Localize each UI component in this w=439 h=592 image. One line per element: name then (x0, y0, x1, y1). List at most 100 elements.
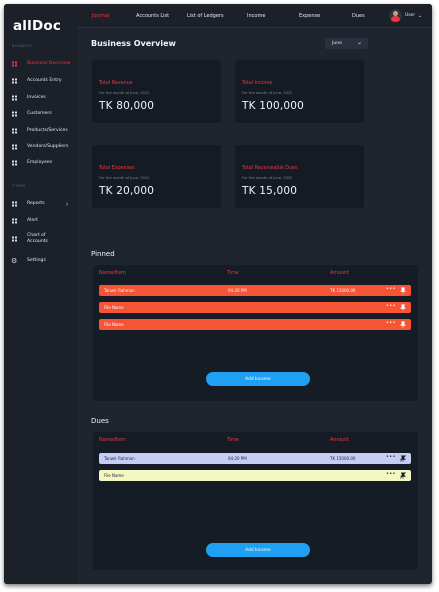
button-label: Add Income (245, 376, 271, 382)
table-row[interactable]: File Name ••• (99, 470, 411, 481)
sidebar-item-label: Chart of Accounts (27, 232, 48, 244)
sidebar-item-label: Customers (27, 111, 52, 117)
sidebar-item-alert[interactable]: Alert (4, 214, 77, 228)
tab-dues[interactable]: Dues (352, 13, 365, 19)
sidebar-item-settings[interactable]: ⚙ Settings (4, 254, 77, 268)
month-select-value: June (332, 41, 343, 46)
tab-accounts-list[interactable]: Accounts List (136, 13, 169, 19)
sidebar: allDoc BUSINESS Business Overview Accoun… (4, 4, 77, 584)
column-header-amount: Amount (330, 271, 349, 276)
stat-card-total-income: Total Income For the month of June, 2022… (235, 60, 364, 123)
card-title: Total Income (242, 81, 273, 86)
stat-card-total-receivable-dues: Total Receiveable Dues For the month of … (235, 145, 364, 208)
sidebar-item-reports[interactable]: Reports › (4, 197, 77, 211)
row-amount: TK 15000.00 (330, 288, 356, 293)
sidebar-item-label: Invoices (27, 95, 46, 101)
tab-list-of-ledgers[interactable]: List of Ledgers (187, 13, 224, 19)
sidebar-item-chart-of-accounts[interactable]: Chart of Accounts (4, 230, 77, 247)
card-subtitle: For the month of June, 2022 (242, 91, 293, 95)
sidebar-item-customers[interactable]: Customers (4, 107, 77, 121)
gear-icon: ⚙ (11, 257, 18, 265)
grid-icon (12, 201, 17, 207)
chevron-right-icon: › (66, 200, 69, 208)
add-income-button[interactable]: Add Income (206, 372, 310, 386)
more-options-icon[interactable]: ••• (386, 471, 396, 477)
add-income-button[interactable]: Add Income (206, 543, 310, 557)
sidebar-section-business: BUSINESS (12, 44, 33, 48)
sidebar-item-business-overview[interactable]: Business Overview (4, 57, 77, 71)
pinned-panel: Name/Item Time Amount Tanwir Rahman 04:2… (93, 265, 418, 401)
card-subtitle: For the month of June, 2022 (242, 176, 293, 180)
sidebar-item-label: Accounts Entry (27, 78, 62, 84)
more-options-icon[interactable]: ••• (386, 454, 396, 460)
sidebar-item-employees[interactable]: Employees (4, 156, 77, 170)
sidebar-item-invoices[interactable]: Invoices (4, 91, 77, 105)
more-options-icon[interactable]: ••• (386, 320, 396, 326)
more-options-icon[interactable]: ••• (386, 286, 396, 292)
card-subtitle: For the month of June, 2022 (99, 91, 150, 95)
app-logo[interactable]: allDoc (13, 18, 61, 34)
more-options-icon[interactable]: ••• (386, 303, 396, 309)
row-amount: TK 15000.00 (330, 456, 356, 461)
sidebar-item-label: Products/Services (27, 128, 68, 134)
sidebar-item-vendors-suppliers[interactable]: Vendors/Suppliers (4, 140, 77, 154)
month-select[interactable]: June ⌄ (325, 38, 368, 49)
table-row[interactable]: File Name ••• (99, 302, 411, 313)
button-label: Add Income (245, 547, 271, 553)
pinned-section-title: Pinned (91, 250, 115, 258)
card-value: TK 20,000 (99, 185, 155, 197)
sidebar-item-label: Employees (27, 160, 53, 166)
tab-journal[interactable]: Journal (92, 13, 109, 19)
row-name: File Name (104, 473, 124, 478)
row-name: File Name (104, 322, 124, 327)
column-header-name: Name/Item (99, 438, 126, 443)
sidebar-item-label: Settings (27, 258, 46, 264)
stat-card-total-expenses: Total Expenses For the month of June, 20… (92, 145, 221, 208)
table-row[interactable]: Tanwir Rahman 04:20 PM TK 15000.00 ••• (99, 453, 411, 464)
grid-icon (12, 95, 17, 101)
sidebar-item-products-services[interactable]: Products/Services (4, 124, 77, 138)
stat-card-total-revenue: Total Revenue For the month of June, 202… (92, 60, 221, 123)
unpin-icon[interactable] (400, 455, 406, 462)
grid-icon (12, 160, 17, 166)
grid-icon (12, 144, 17, 150)
app-window: allDoc BUSINESS Business Overview Accoun… (4, 4, 432, 584)
column-header-name: Name/Item (99, 271, 126, 276)
grid-icon (12, 111, 17, 117)
row-time: 04:20 PM (228, 456, 247, 461)
table-row[interactable]: Tanwir Rahman 04:20 PM TK 15000.00 ••• (99, 285, 411, 296)
sidebar-item-label: Vendors/Suppliers (27, 144, 69, 150)
grid-icon (12, 218, 17, 224)
chevron-down-icon: ⌄ (356, 39, 362, 46)
top-nav: Journal Accounts List List of Ledgers In… (77, 4, 432, 28)
sidebar-item-accounts-entry[interactable]: Accounts Entry (4, 74, 77, 88)
pin-icon[interactable] (400, 321, 406, 328)
sidebar-item-label: Reports (27, 201, 45, 207)
user-avatar-icon (389, 9, 402, 22)
column-header-amount: Amount (330, 438, 349, 443)
card-value: TK 100,000 (242, 100, 305, 112)
pin-icon[interactable] (400, 304, 406, 311)
user-menu[interactable]: User ⌄ (389, 9, 422, 22)
tab-income[interactable]: Income (247, 13, 265, 19)
card-value: TK 80,000 (99, 100, 155, 112)
chevron-down-icon: ⌄ (418, 12, 423, 19)
table-row[interactable]: File Name ••• (99, 319, 411, 330)
card-title: Total Revenue (99, 81, 133, 86)
grid-icon (12, 128, 17, 134)
sidebar-section-other: OTHER (12, 184, 26, 188)
grid-icon (12, 78, 17, 84)
row-name: Tanwir Rahman (104, 456, 135, 461)
page-title: Business Overview (91, 39, 176, 48)
grid-icon (12, 61, 17, 67)
card-title: Total Receiveable Dues (242, 166, 298, 171)
pin-icon[interactable] (400, 287, 406, 294)
unpin-icon[interactable] (400, 472, 406, 479)
column-header-time: Time (227, 271, 239, 276)
user-name: User (405, 13, 416, 18)
card-title: Total Expenses (99, 166, 135, 171)
sidebar-item-label: Business Overview (27, 61, 71, 67)
row-name: Tanwir Rahman (104, 288, 135, 293)
tab-expense[interactable]: Expense (299, 13, 320, 19)
dues-panel: Name/Item Time Amount Tanwir Rahman 04:2… (93, 432, 418, 570)
